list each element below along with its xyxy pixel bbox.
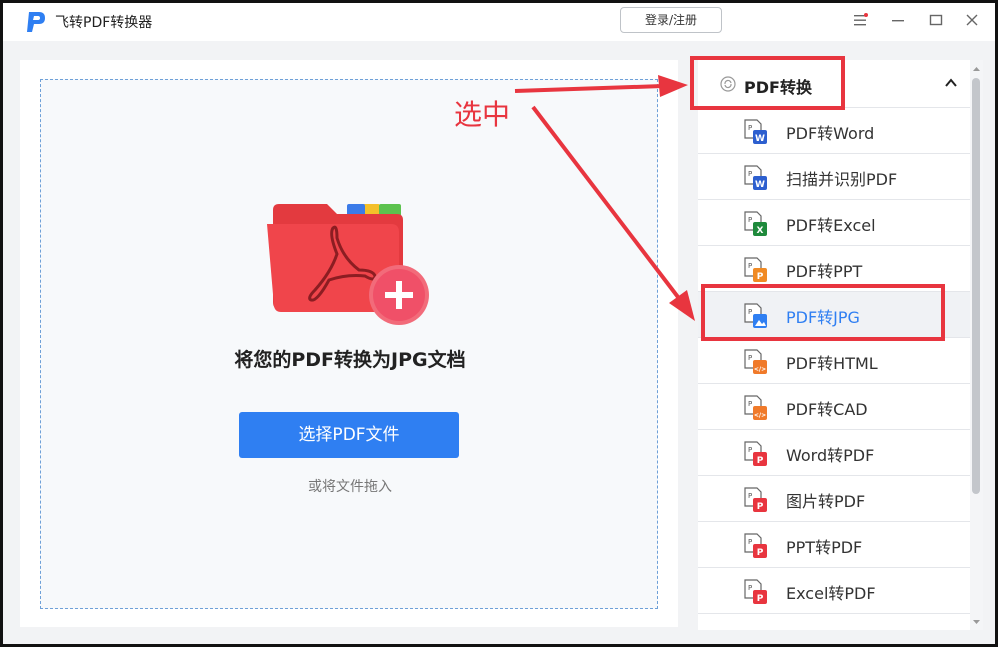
annotation-highlight-category	[690, 56, 845, 110]
sidebar-item-pdf-to-excel[interactable]: P X PDF转Excel	[698, 200, 970, 246]
scrollbar-thumb[interactable]	[972, 78, 980, 494]
drop-zone-title: 将您的PDF转换为JPG文档	[234, 349, 466, 371]
sidebar-item-label: PDF转HTML	[786, 354, 878, 373]
sidebar-item-pdf-to-html[interactable]: P </> PDF转HTML	[698, 338, 970, 384]
sidebar-item-label: PPT转PDF	[786, 538, 863, 557]
sidebar-item-label: 图片转PDF	[786, 492, 866, 511]
svg-text:</>: </>	[754, 366, 766, 373]
svg-text:X: X	[757, 226, 764, 236]
conversion-sidebar: PDF转换 P W PDF转Word P W 扫描并识别PDF P X PDF转Excel P P P…	[698, 60, 983, 630]
image-to-pdf-icon: PP	[744, 487, 767, 512]
sidebar-item-label: PDF转PPT	[786, 262, 863, 281]
sidebar-item-label: PDF转Excel	[786, 216, 876, 235]
chevron-up-icon[interactable]	[944, 76, 958, 90]
sidebar-item-image-to-pdf[interactable]: P P 图片转PDF	[698, 476, 970, 522]
pdf-to-ppt-icon: PP	[744, 257, 767, 282]
svg-text:P: P	[748, 584, 752, 592]
pdf-folder-add-icon	[267, 204, 429, 325]
svg-text:W: W	[755, 180, 765, 190]
pdf-to-cad-icon: P</>	[744, 395, 767, 420]
pdf-to-html-icon: P</>	[744, 349, 767, 374]
sidebar-item-label: Word转PDF	[786, 446, 875, 465]
minimize-icon[interactable]	[887, 9, 909, 31]
sidebar-item-label: PDF转CAD	[786, 400, 868, 419]
annotation-highlight-pdf-to-jpg	[701, 284, 945, 341]
svg-text:P: P	[748, 492, 752, 500]
app-title: 飞转PDF转换器	[55, 15, 153, 31]
login-register-button[interactable]: 登录/注册	[620, 7, 722, 33]
pdf-to-word-icon: PW	[744, 119, 767, 144]
svg-text:P: P	[748, 446, 752, 454]
svg-text:P: P	[748, 538, 752, 546]
svg-text:P: P	[748, 216, 752, 224]
select-pdf-button[interactable]: 选择PDF文件	[239, 412, 459, 458]
sidebar-item-word-to-pdf[interactable]: P P Word转PDF	[698, 430, 970, 476]
svg-text:W: W	[755, 134, 765, 144]
ppt-to-pdf-icon: PP	[744, 533, 767, 558]
sidebar-item-label: PDF转Word	[786, 124, 875, 143]
word-to-pdf-icon: PP	[744, 441, 767, 466]
svg-text:P: P	[748, 170, 752, 178]
app-logo-icon	[27, 12, 45, 32]
svg-text:P: P	[757, 502, 764, 512]
pdf-to-excel-icon: PX	[744, 211, 767, 236]
excel-to-pdf-icon: PP	[744, 579, 767, 604]
svg-text:P: P	[757, 594, 764, 604]
svg-text:P: P	[748, 354, 752, 362]
title-bar: 飞转PDF转换器 登录/注册	[3, 3, 995, 41]
sidebar-item-excel-to-pdf[interactable]: P P Excel转PDF	[698, 568, 970, 614]
svg-text:P: P	[748, 124, 752, 132]
sidebar-item-ppt-to-pdf[interactable]: P P PPT转PDF	[698, 522, 970, 568]
sidebar-item-pdf-to-cad[interactable]: P </> PDF转CAD	[698, 384, 970, 430]
drag-hint-text: 或将文件拖入	[308, 479, 392, 495]
scroll-down-icon[interactable]	[971, 617, 982, 627]
svg-text:</>: </>	[754, 412, 766, 419]
app-window: 飞转PDF转换器 登录/注册 将您的PDF转换为JPG文档 选择PDF文件 或将…	[0, 0, 998, 647]
sidebar-item-label: 扫描并识别PDF	[786, 170, 898, 189]
maximize-icon[interactable]	[925, 9, 947, 31]
annotation-select-label: 选中	[454, 98, 511, 131]
file-drop-zone[interactable]: 将您的PDF转换为JPG文档 选择PDF文件 或将文件拖入	[40, 79, 658, 609]
sidebar-item-pdf-to-word[interactable]: P W PDF转Word	[698, 108, 970, 154]
scroll-up-icon[interactable]	[971, 64, 982, 74]
menu-icon[interactable]	[849, 9, 871, 31]
upload-panel: 将您的PDF转换为JPG文档 选择PDF文件 或将文件拖入	[20, 60, 678, 627]
sidebar-item-label: Excel转PDF	[786, 584, 876, 603]
scan-ocr-pdf-icon: PW	[744, 165, 767, 190]
svg-text:P: P	[757, 272, 764, 282]
sidebar-item-scan-ocr-pdf[interactable]: P W 扫描并识别PDF	[698, 154, 970, 200]
svg-text:P: P	[748, 262, 752, 270]
svg-text:P: P	[757, 548, 764, 558]
svg-text:P: P	[757, 456, 764, 466]
close-icon[interactable]	[961, 9, 983, 31]
svg-text:P: P	[748, 400, 752, 408]
